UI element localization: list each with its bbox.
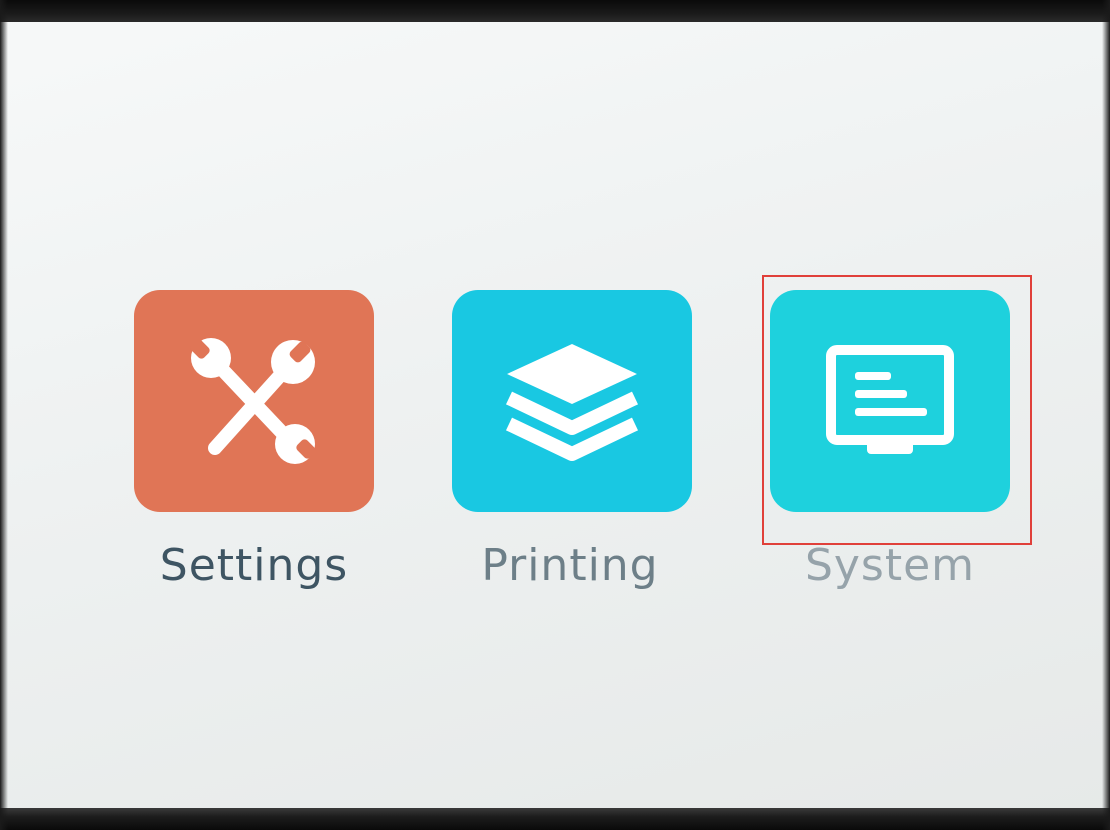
settings-label[interactable]: Settings — [104, 540, 404, 591]
monitor-icon — [826, 345, 954, 454]
touch-screen: Settings Printing System — [0, 0, 1110, 830]
wrench-screwdriver-icon — [190, 338, 316, 464]
bezel-bottom — [0, 808, 1110, 830]
layers-icon — [505, 344, 639, 461]
bezel-left — [0, 0, 8, 830]
settings-button[interactable] — [134, 290, 374, 512]
printing-label[interactable]: Printing — [420, 540, 720, 591]
bezel-top — [0, 0, 1110, 22]
bezel-right — [1102, 0, 1110, 830]
system-button[interactable] — [770, 290, 1010, 512]
printing-button[interactable] — [452, 290, 692, 512]
system-label[interactable]: System — [740, 540, 1040, 591]
